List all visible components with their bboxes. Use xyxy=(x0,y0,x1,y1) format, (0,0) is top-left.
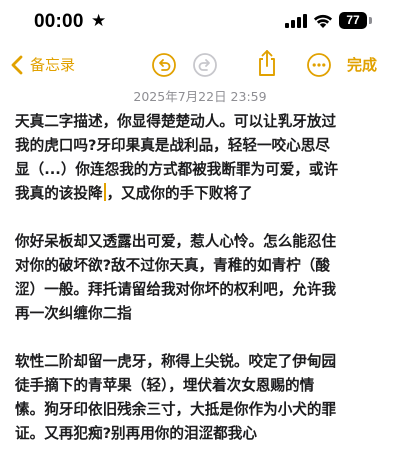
share-button[interactable] xyxy=(252,48,282,78)
undo-button[interactable] xyxy=(149,50,179,80)
done-button[interactable]: 完成 xyxy=(347,50,377,80)
note-body[interactable]: 天真二字描述，你显得楚楚动人。可以让乳牙放过 我的虎口吗?牙印果真是战利品，轻轻… xyxy=(15,110,389,446)
share-icon xyxy=(259,50,275,76)
more-icon xyxy=(307,53,331,77)
note-line: 我的虎口吗?牙印果真是战利品，轻轻一咬心思尽 xyxy=(15,137,330,154)
note-text-after-caret: ，又成你的手下败将了 xyxy=(106,185,253,202)
back-label: 备忘录 xyxy=(30,56,76,74)
battery-indicator: 77 xyxy=(339,12,367,29)
text-caret xyxy=(103,183,106,201)
note-line-with-caret: 我真的该投降 ，又成你的手下败将了 xyxy=(15,182,389,206)
battery-level: 77 xyxy=(346,13,360,27)
battery-cap xyxy=(369,17,372,24)
undo-icon xyxy=(152,53,176,77)
note-line: 你好呆板却又透露出可爱，惹人心怜。怎么能忍住 xyxy=(15,233,337,250)
status-bar: 00:00 ★ 77 xyxy=(0,0,400,46)
redo-icon xyxy=(193,53,217,77)
status-time: 00:00 xyxy=(34,11,84,32)
note-line: 天真二字描述，你显得楚楚动人。可以让乳牙放过 xyxy=(15,113,337,130)
note-line: 徒手摘下的青苹果（轻），埋伏着次女恩赐的情 xyxy=(15,377,315,394)
note-line: 再一次纠缠你二指 xyxy=(15,305,132,322)
note-line: 对你的破坏欲?敌不过你天真，青稚的如青柠（酸 xyxy=(15,257,330,274)
note-line: 愫。狗牙印依旧残余三寸，大抵是你作为小犬的罪 xyxy=(15,401,337,418)
cellular-signal-icon xyxy=(285,14,307,28)
back-button[interactable]: 备忘录 xyxy=(10,50,75,80)
note-line: 显（...）你连怨我的方式都被我断罪为可爱，或许 xyxy=(15,161,339,178)
note-line: 涩）一般。拜托请留给我对你坏的权利吧，允许我 xyxy=(15,281,337,298)
note-date: 2025年7月22日 23:59 xyxy=(133,89,267,104)
note-text-before-caret: 我真的该投降 xyxy=(15,185,103,202)
chevron-left-icon xyxy=(11,55,23,75)
note-line: 证。又再犯痴?别再用你的泪涩都我心 xyxy=(15,425,257,442)
more-button[interactable] xyxy=(304,50,334,80)
note-line: 软性二阶却留一虎牙，称得上尖锐。咬定了伊甸园 xyxy=(15,353,337,370)
star-icon: ★ xyxy=(91,11,107,31)
redo-button[interactable] xyxy=(190,50,220,80)
wifi-icon xyxy=(313,14,333,28)
nav-bar: 备忘录 完成 xyxy=(0,46,400,86)
